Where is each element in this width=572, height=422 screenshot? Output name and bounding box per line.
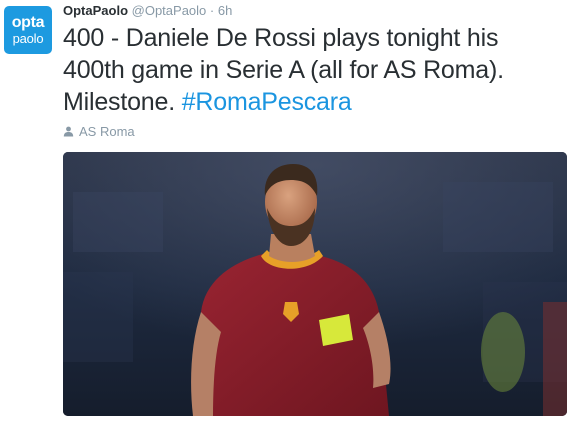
tweet-text: 400 - Daniele De Rossi plays tonight his…: [63, 22, 563, 118]
avatar-text-paolo: paolo: [12, 31, 44, 46]
player-photo-illustration: [63, 152, 567, 416]
header-separator: ·: [209, 3, 215, 18]
tweet: opta paolo OptaPaolo @OptaPaolo · 6h 400…: [0, 0, 572, 422]
tweet-header: OptaPaolo @OptaPaolo · 6h: [63, 3, 232, 18]
author-handle[interactable]: @OptaPaolo: [132, 3, 207, 18]
avatar[interactable]: opta paolo: [4, 6, 52, 54]
author-name[interactable]: OptaPaolo: [63, 3, 128, 18]
tweet-location[interactable]: AS Roma: [63, 124, 135, 139]
avatar-text-opta: opta: [11, 14, 45, 31]
tweet-timestamp[interactable]: 6h: [218, 3, 232, 18]
tweet-photo[interactable]: [63, 152, 567, 416]
location-label: AS Roma: [79, 124, 135, 139]
person-icon: [63, 126, 74, 137]
hashtag-link[interactable]: #RomaPescara: [182, 88, 352, 116]
